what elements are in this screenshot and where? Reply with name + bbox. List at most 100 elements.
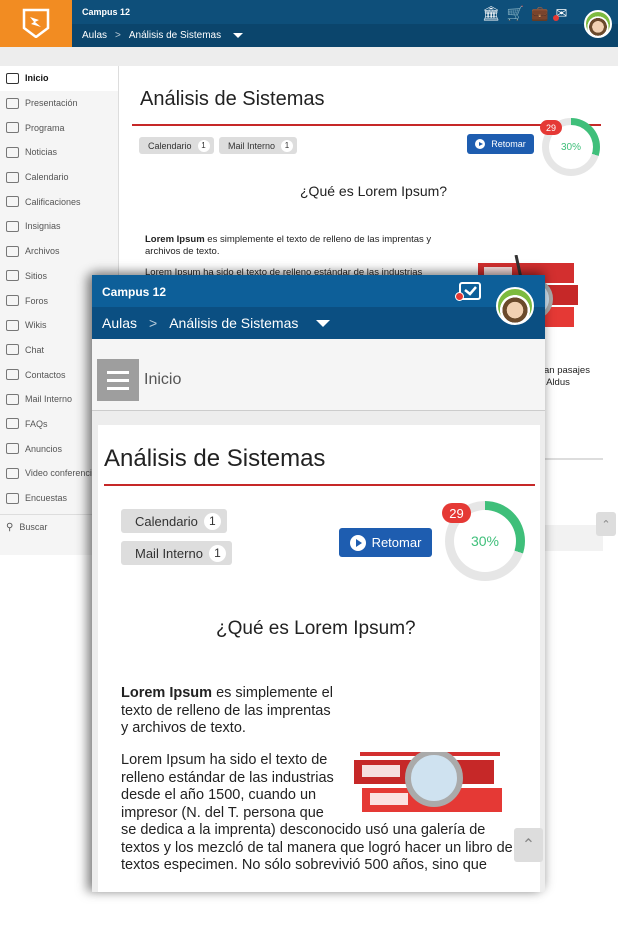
cart-icon[interactable]: 🛒 — [507, 5, 524, 22]
survey-icon — [6, 492, 19, 504]
breadcrumb-separator: > — [115, 30, 121, 41]
announcement-icon — [6, 443, 19, 455]
sidebar-item-label: Insignias — [25, 221, 61, 232]
notification-badge: 29 — [540, 120, 562, 135]
breadcrumb-home[interactable]: Aulas — [102, 315, 137, 331]
mobile-view: Campus 12 Aulas > Análisis de Sistemas I… — [92, 275, 545, 892]
site-name: Campus 12 — [82, 7, 131, 17]
user-avatar[interactable] — [584, 10, 612, 38]
sidebar-item-label: Anuncios — [25, 443, 63, 454]
breadcrumb-home[interactable]: Aulas — [82, 30, 107, 41]
sidebar-item[interactable]: Programa — [0, 115, 118, 140]
notification-dot — [552, 15, 559, 21]
hamburger-menu-button[interactable] — [97, 359, 139, 401]
chip-count: 1 — [203, 512, 221, 530]
scroll-top-button[interactable]: ⌃ — [596, 512, 616, 536]
sidebar-item[interactable]: Archivos — [0, 239, 118, 264]
chat-bubbles-icon — [6, 295, 19, 307]
calendar-icon — [6, 171, 19, 183]
resume-label: Retomar — [371, 535, 422, 550]
chip-label: Mail Interno — [135, 545, 203, 561]
course-title: Análisis de Sistemas — [140, 88, 325, 110]
title-divider — [104, 484, 535, 486]
content-heading: ¿Qué es Lorem Ipsum? — [300, 183, 448, 199]
mail-icon — [6, 393, 19, 405]
wiki-icon — [6, 319, 19, 331]
chip-mail[interactable]: Mail Interno 1 — [121, 541, 232, 565]
chip-mail[interactable]: Mail Interno 1 — [219, 137, 298, 154]
sidebar-item-label: Foros — [25, 295, 49, 306]
sidebar-item[interactable]: Presentación — [0, 91, 118, 116]
sidebar-item[interactable]: Noticias — [0, 140, 118, 165]
sidebar-item-label: Archivos — [25, 246, 60, 257]
sidebar-item-label: Sitios — [25, 270, 48, 281]
sidebar-item-label: Video conferencia — [25, 468, 97, 479]
content-heading: ¿Qué es Lorem Ipsum? — [216, 618, 416, 639]
paragraph-1: Lorem Ipsum es simplemente el texto de r… — [145, 234, 465, 258]
chevron-up-icon: ⌃ — [521, 837, 536, 854]
institution-icon[interactable]: 🏛 — [482, 5, 500, 22]
notification-dot — [455, 292, 464, 301]
breadcrumb: Aulas > Análisis de Sistemas — [82, 30, 244, 41]
contacts-icon — [6, 369, 19, 381]
resume-button[interactable]: Retomar — [467, 134, 534, 154]
course-title: Análisis de Sistemas — [104, 445, 326, 472]
sidebar-item-label: Calendario — [25, 172, 69, 183]
newspaper-icon — [6, 146, 19, 158]
chip-label: Mail Interno — [228, 140, 276, 151]
home-icon — [6, 72, 19, 84]
paragraph-bold: Lorem Ipsum — [145, 234, 205, 245]
sidebar-item-label: Calificaciones — [25, 196, 81, 207]
sidebar-item-label: Encuestas — [25, 493, 68, 504]
paragraph-2: Lorem Ipsum ha sido el texto de relleno … — [121, 752, 516, 892]
chip-label: Calendario — [135, 513, 198, 529]
sidebar-item[interactable]: Calificaciones — [0, 189, 118, 214]
resume-button[interactable]: Retomar — [339, 528, 432, 557]
campus-logo[interactable] — [0, 0, 72, 47]
scroll-top-button[interactable]: ⌃ — [514, 828, 543, 862]
chip-calendar[interactable]: Calendario 1 — [139, 137, 214, 154]
chevron-down-icon[interactable] — [316, 319, 331, 327]
progress-text: 30% — [560, 141, 581, 153]
user-avatar[interactable] — [496, 287, 534, 325]
search-label: Buscar — [19, 522, 48, 533]
sidebar-item-label: Chat — [25, 344, 45, 355]
breadcrumb-separator: > — [149, 315, 158, 331]
graduation-cap-icon — [6, 122, 19, 134]
cloud-icon — [6, 245, 19, 257]
monitor-icon — [6, 97, 19, 109]
link-icon — [6, 270, 19, 282]
sidebar-item-label: Noticias — [25, 147, 58, 158]
video-icon — [6, 467, 19, 479]
sidebar-item-label: Programa — [25, 122, 65, 133]
trophy-icon — [6, 220, 19, 232]
resume-label: Retomar — [491, 139, 526, 149]
chip-count: 1 — [208, 544, 226, 562]
sidebar-item[interactable]: Calendario — [0, 165, 118, 190]
paragraph-1: Lorem Ipsum es simplemente el texto de r… — [121, 685, 336, 738]
play-icon — [475, 139, 486, 149]
mail-icon[interactable]: ✉ — [552, 5, 567, 22]
chip-calendar[interactable]: Calendario 1 — [121, 509, 227, 533]
breadcrumb: Aulas > Análisis de Sistemas — [102, 315, 331, 331]
briefcase-icon[interactable]: 💼 — [531, 5, 548, 22]
play-icon — [349, 534, 366, 551]
breadcrumb-current: Análisis de Sistemas — [169, 315, 299, 331]
sidebar-item-label: Mail Interno — [25, 394, 73, 405]
sidebar-item[interactable]: Inicio — [0, 66, 118, 91]
logo-icon — [22, 8, 50, 38]
notification-badge: 29 — [442, 503, 471, 523]
sidebar-item-label: Wikis — [25, 320, 47, 331]
check-circle-icon — [6, 196, 19, 208]
chip-label: Calendario — [148, 140, 192, 151]
chip-count: 1 — [281, 139, 294, 152]
chevron-down-icon[interactable] — [233, 33, 244, 38]
progress-text: 30% — [470, 533, 500, 549]
chip-count: 1 — [197, 139, 210, 152]
chat-icon — [6, 344, 19, 356]
sidebar-item-label: Inicio — [25, 73, 49, 84]
sidebar-item[interactable]: Insignias — [0, 214, 118, 239]
site-name: Campus 12 — [102, 285, 167, 299]
binders-image — [346, 752, 516, 822]
menu-label: Inicio — [144, 371, 182, 388]
